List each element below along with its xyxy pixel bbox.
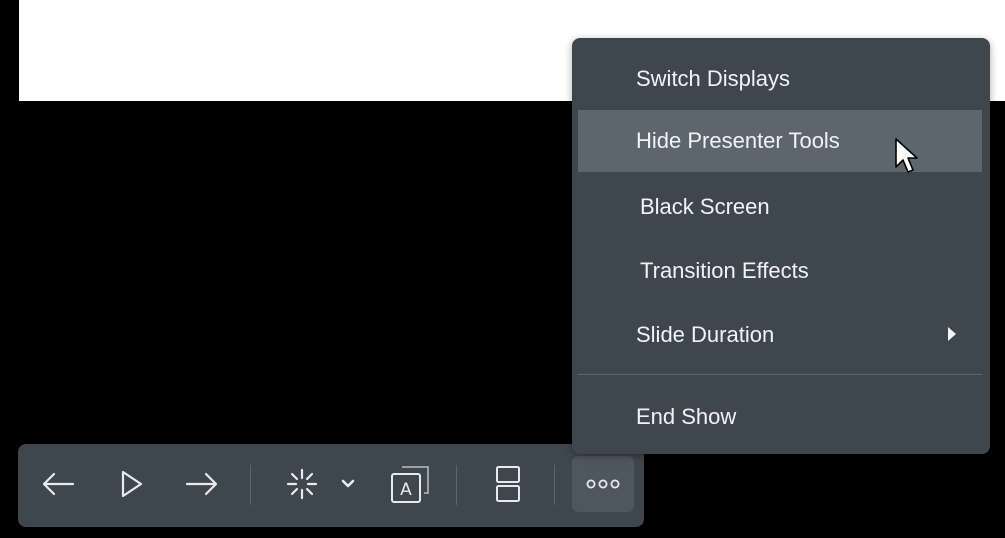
menu-item-hide-presenter-tools[interactable]: Hide Presenter Tools [578,110,982,172]
presenter-toolbar: A [18,444,644,527]
more-icon [586,479,620,489]
menu-item-end-show[interactable]: End Show [578,386,982,448]
svg-text:A: A [400,480,412,500]
toolbar-separator [456,465,457,505]
layout-icon [496,466,520,502]
subtitles-button[interactable]: A [380,460,434,508]
laser-pointer-button[interactable] [280,460,324,508]
play-icon [121,470,143,498]
menu-item-label: Switch Displays [636,66,791,91]
toolbar-separator [554,465,555,505]
pointer-options-dropdown[interactable] [336,460,360,508]
menu-item-black-screen[interactable]: Black Screen [578,176,982,238]
chevron-down-icon [341,479,355,488]
toolbar-separator [250,465,251,505]
menu-item-label: End Show [636,404,737,429]
submenu-arrow-icon [948,327,956,341]
previous-slide-button[interactable] [36,460,80,508]
more-options-menu: Switch Displays Hide Presenter Tools Bla… [572,38,990,454]
arrow-left-icon [42,472,75,496]
next-slide-button[interactable] [180,460,224,508]
menu-item-label: Black Screen [640,194,770,219]
menu-item-label: Transition Effects [640,258,809,283]
menu-item-slide-duration[interactable]: Slide Duration [578,304,982,366]
menu-separator [578,374,982,375]
layout-button[interactable] [486,460,530,508]
left-edge-bar [0,0,19,538]
mouse-cursor-icon [895,138,918,173]
laser-pointer-icon [286,468,318,500]
play-button[interactable] [110,460,154,508]
arrow-right-icon [185,472,218,496]
more-options-button[interactable] [572,456,634,512]
menu-item-switch-displays[interactable]: Switch Displays [578,48,982,110]
menu-item-label: Hide Presenter Tools [636,128,840,153]
menu-item-transition-effects[interactable]: Transition Effects [578,240,982,302]
menu-item-label: Slide Duration [636,322,775,347]
text-annotation-icon: A [391,466,429,503]
